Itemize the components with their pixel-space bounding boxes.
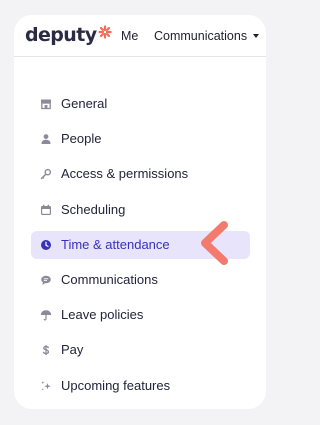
settings-panel: deputy Me Communications General People …: [14, 15, 266, 409]
dollar-icon: [40, 344, 52, 356]
logo-asterisk-icon: [98, 25, 113, 39]
calendar-icon: [40, 204, 52, 216]
deputy-logo[interactable]: deputy: [25, 22, 113, 48]
menu-item-pay[interactable]: Pay: [31, 336, 250, 364]
pointer-arrow-icon: [201, 221, 228, 265]
clock-icon: [40, 239, 52, 251]
nav-communications-label: Communications: [154, 29, 248, 43]
logo-wordmark: deputy: [25, 24, 97, 46]
menu-item-label: Leave policies: [61, 307, 144, 323]
chevron-down-icon: [253, 34, 260, 38]
menu-item-leave-policies[interactable]: Leave policies: [31, 301, 250, 329]
nav-me-link[interactable]: Me: [121, 28, 138, 44]
menu-item-label: Communications: [61, 271, 158, 287]
menu-item-access-permissions[interactable]: Access & permissions: [31, 160, 250, 188]
menu-item-label: Scheduling: [61, 201, 126, 217]
top-navigation-bar: deputy Me Communications: [14, 15, 266, 57]
menu-item-label: People: [61, 131, 102, 147]
menu-item-general[interactable]: General: [31, 90, 250, 118]
key-icon: [40, 168, 52, 180]
umbrella-icon: [40, 309, 52, 321]
sparkle-icon: [40, 380, 52, 392]
menu-item-label: Upcoming features: [61, 377, 171, 393]
store-icon: [40, 98, 52, 110]
person-icon: [40, 133, 52, 145]
menu-item-label: Access & permissions: [61, 166, 189, 182]
menu-item-communications[interactable]: Communications: [31, 266, 250, 294]
chat-icon: [40, 274, 52, 286]
menu-item-label: General: [61, 96, 108, 111]
menu-item-label: Time & attendance: [61, 236, 170, 252]
menu-item-people[interactable]: People: [31, 125, 250, 153]
nav-communications-dropdown[interactable]: Communications: [154, 28, 260, 44]
menu-item-upcoming-features[interactable]: Upcoming features: [31, 372, 250, 400]
menu-item-label: Pay: [61, 342, 84, 358]
